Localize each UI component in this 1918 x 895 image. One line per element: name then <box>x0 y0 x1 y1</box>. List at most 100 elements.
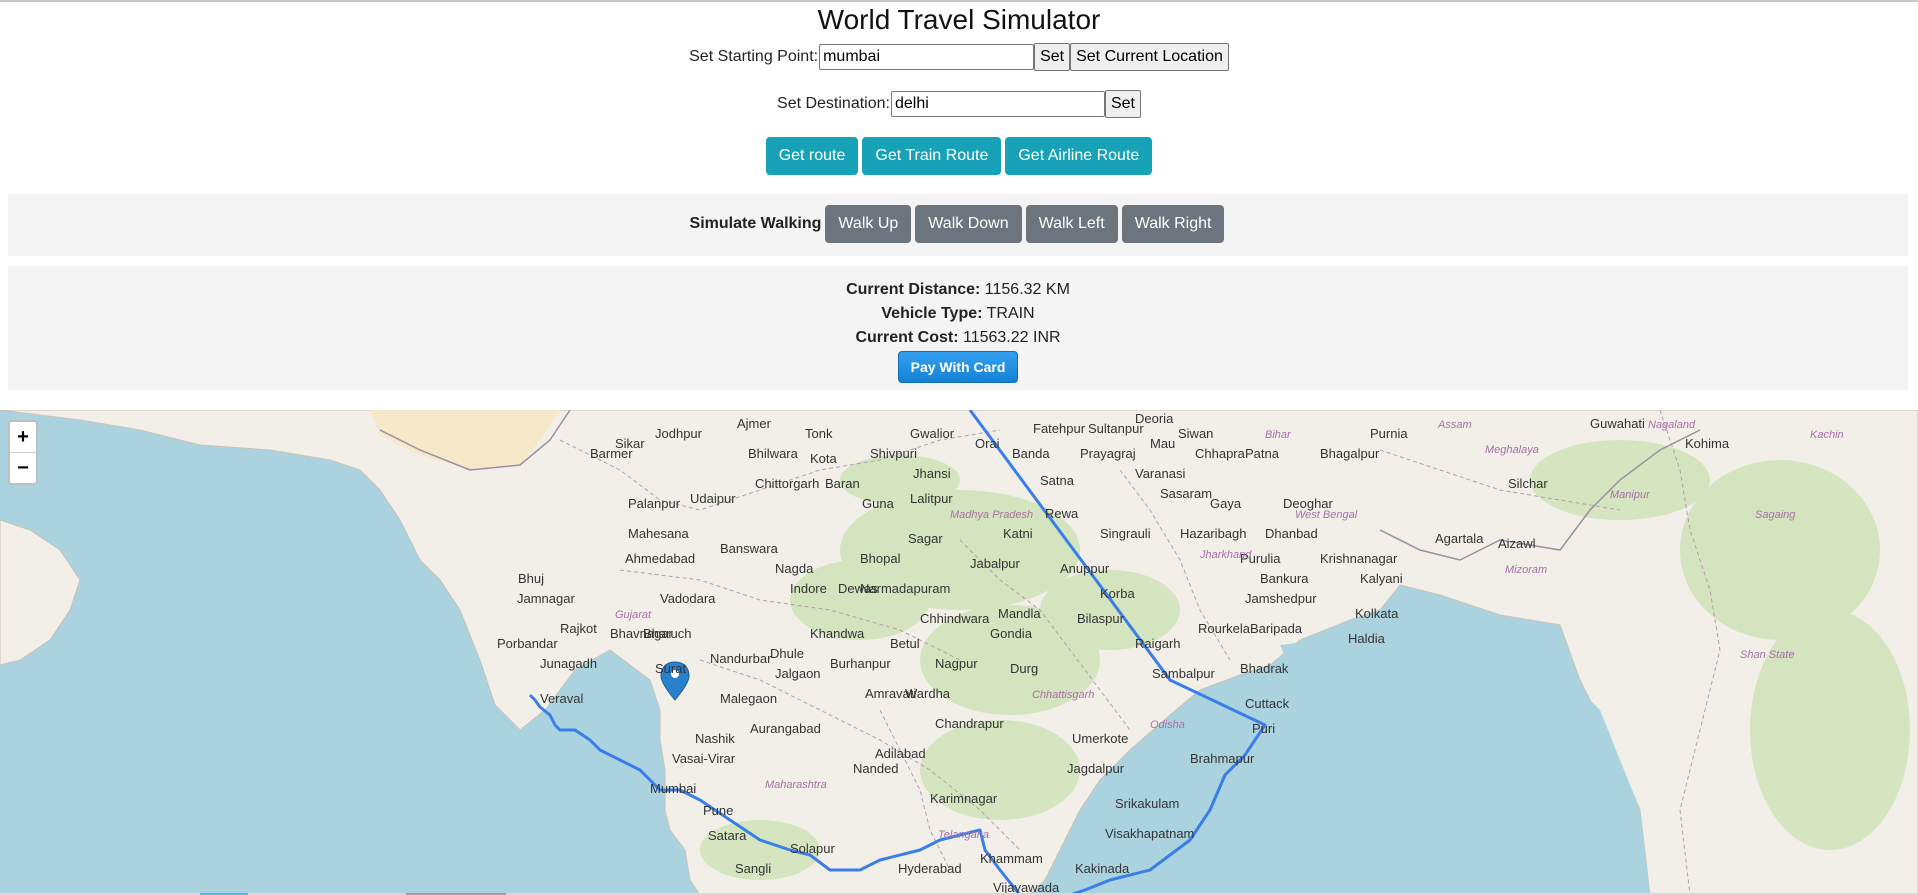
city-label-fatehpur: Fatehpur <box>1033 421 1086 436</box>
distance-value: 1156.32 KM <box>984 281 1070 298</box>
city-label-bhopal: Bhopal <box>860 551 901 566</box>
city-label-banda: Banda <box>1012 446 1050 461</box>
pay-with-card-button[interactable]: Pay With Card <box>897 351 1019 383</box>
city-label-chandrapur: Chandrapur <box>935 716 1004 731</box>
city-label-baripada: Baripada <box>1250 621 1303 636</box>
walk-down-button[interactable]: Walk Down <box>915 205 1022 243</box>
city-label-aizawl: Aizawl <box>1498 536 1536 551</box>
city-label-burhanpur: Burhanpur <box>830 656 891 671</box>
city-label-bilaspur: Bilaspur <box>1077 611 1125 626</box>
city-label-jamshedpur: Jamshedpur <box>1245 591 1317 606</box>
city-label-deoria: Deoria <box>1135 411 1174 426</box>
region-label-shan-state: Shan State <box>1740 649 1794 661</box>
city-label-jodhpur: Jodhpur <box>655 426 703 441</box>
city-label-satna: Satna <box>1040 473 1075 488</box>
city-label-chhapra: Chhapra <box>1195 446 1246 461</box>
city-label-lalitpur: Lalitpur <box>910 491 953 506</box>
region-label-odisha: Odisha <box>1150 719 1185 731</box>
city-label-nashik: Nashik <box>695 731 735 746</box>
city-label-pune: Pune <box>703 803 733 818</box>
set-starting-point-button[interactable]: Set <box>1034 43 1071 71</box>
city-label-rewa: Rewa <box>1045 506 1079 521</box>
city-label-mandla: Mandla <box>998 606 1041 621</box>
city-label-puri: Puri <box>1252 721 1275 736</box>
city-label-guna: Guna <box>862 496 895 511</box>
city-label-ajmer: Ajmer <box>737 416 772 431</box>
region-label-jharkhand: Jharkhand <box>1199 549 1252 561</box>
city-label-indore: Indore <box>790 581 827 596</box>
starting-point-input[interactable] <box>819 44 1035 70</box>
get-train-route-button[interactable]: Get Train Route <box>862 137 1002 175</box>
city-label-jamnagar: Jamnagar <box>517 591 575 606</box>
city-label-narmadapuram: Narmadapuram <box>860 581 950 596</box>
city-label-bhagalpur: Bhagalpur <box>1320 446 1380 461</box>
city-label-durg: Durg <box>1010 661 1038 676</box>
zoom-out-button[interactable]: − <box>10 453 36 483</box>
city-label-mumbai: Mumbai <box>650 781 696 796</box>
city-label-cuttack: Cuttack <box>1245 696 1290 711</box>
city-label-udaipur: Udaipur <box>690 491 736 506</box>
destination-input[interactable] <box>890 91 1105 117</box>
city-label-nanded: Nanded <box>853 761 899 776</box>
region-label-manipur: Manipur <box>1610 489 1651 501</box>
route-map[interactable]: + − Jodhpur Ajmer Tonk Gwalior Orai Band… <box>0 410 1918 895</box>
vehicle-value: TRAIN <box>986 305 1035 322</box>
get-route-button[interactable]: Get route <box>765 137 859 175</box>
city-label-kakinada: Kakinada <box>1075 861 1130 876</box>
zoom-in-button[interactable]: + <box>10 422 36 453</box>
city-label-kalyani: Kalyani <box>1360 571 1403 586</box>
city-label-bhilwara: Bhilwara <box>748 446 799 461</box>
city-label-chittorgarh: Chittorgarh <box>755 476 819 491</box>
region-label-kachin: Kachin <box>1810 429 1844 441</box>
city-label-chhindwara: Chhindwara <box>920 611 990 626</box>
city-label-singrauli: Singrauli <box>1100 526 1151 541</box>
city-label-gaya: Gaya <box>1210 496 1242 511</box>
city-label-hyderabad: Hyderabad <box>898 861 962 876</box>
city-label-porbandar: Porbandar <box>497 636 558 651</box>
region-label-gujarat: Gujarat <box>615 609 652 621</box>
city-label-dhule: Dhule <box>770 646 804 661</box>
city-label-bhuj: Bhuj <box>518 571 544 586</box>
region-label-west-bengal: West Bengal <box>1295 509 1358 521</box>
walk-up-button[interactable]: Walk Up <box>825 205 912 243</box>
city-label-solapur: Solapur <box>790 841 835 856</box>
get-airline-route-button[interactable]: Get Airline Route <box>1005 137 1153 175</box>
city-label-brahmapur: Brahmapur <box>1190 751 1255 766</box>
city-label-sasaram: Sasaram <box>1160 486 1212 501</box>
city-label-tonk: Tonk <box>805 426 833 441</box>
city-label-sangli: Sangli <box>735 861 771 876</box>
city-label-mau: Mau <box>1150 436 1175 451</box>
trip-info-panel: Current Distance: 1156.32 KM Vehicle Typ… <box>8 266 1908 390</box>
route-buttons-row: Get route Get Train Route Get Airline Ro… <box>0 137 1918 175</box>
city-label-betul: Betul <box>890 636 920 651</box>
city-label-sikar: Sikar <box>615 436 645 451</box>
city-label-veraval: Veraval <box>540 691 583 706</box>
city-label-adilabad: Adilabad <box>875 746 926 761</box>
city-label-siwan: Siwan <box>1178 426 1213 441</box>
city-label-anuppur: Anuppur <box>1060 561 1110 576</box>
city-label-katni: Katni <box>1003 526 1033 541</box>
city-label-aurangabad: Aurangabad <box>750 721 821 736</box>
walk-right-button[interactable]: Walk Right <box>1121 205 1225 243</box>
city-label-kolkata: Kolkata <box>1355 606 1399 621</box>
distance-line: Current Distance: 1156.32 KM <box>8 278 1908 302</box>
city-label-junagadh: Junagadh <box>540 656 597 671</box>
region-label-bihar: Bihar <box>1265 429 1292 441</box>
city-label-jhansi: Jhansi <box>913 466 951 481</box>
city-label-jagdalpur: Jagdalpur <box>1067 761 1125 776</box>
city-label-varanasi: Varanasi <box>1135 466 1185 481</box>
page-title: World Travel Simulator <box>817 4 1101 35</box>
set-destination-button[interactable]: Set <box>1104 90 1141 118</box>
walk-left-button[interactable]: Walk Left <box>1025 205 1118 243</box>
set-current-location-button[interactable]: Set Current Location <box>1070 43 1229 71</box>
city-label-satara: Satara <box>708 828 747 843</box>
region-label-chhattisgarh: Chhattisgarh <box>1032 689 1094 701</box>
city-label-prayagraj: Prayagraj <box>1080 446 1136 461</box>
city-label-bankura: Bankura <box>1260 571 1309 586</box>
vehicle-label: Vehicle Type: <box>881 305 983 322</box>
city-label-malegaon: Malegaon <box>720 691 777 706</box>
city-label-hazaribagh: Hazaribagh <box>1180 526 1247 541</box>
city-label-jalgaon: Jalgaon <box>775 666 821 681</box>
top-border <box>0 0 1918 2</box>
city-label-sambalpur: Sambalpur <box>1152 666 1216 681</box>
